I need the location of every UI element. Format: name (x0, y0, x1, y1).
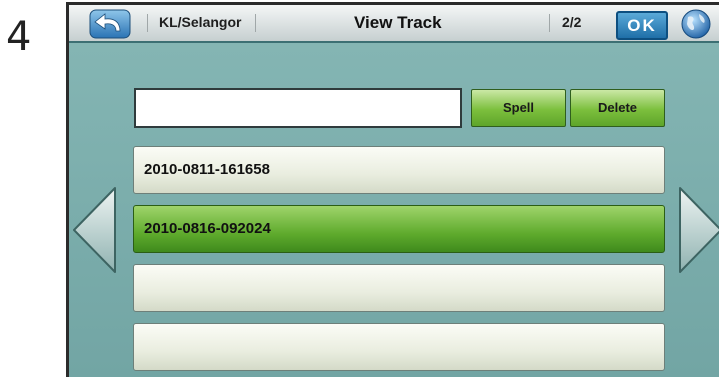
track-row[interactable] (133, 323, 665, 371)
spell-button[interactable]: Spell (471, 89, 566, 127)
ok-button[interactable]: OK (616, 11, 668, 40)
right-arrow-icon[interactable] (678, 185, 719, 275)
divider (255, 14, 256, 32)
divider (147, 14, 148, 32)
top-bar: KL/Selangor View Track 2/2 OK (69, 5, 719, 43)
region-label[interactable]: KL/Selangor (159, 14, 241, 30)
step-number: 4 (6, 14, 32, 60)
divider (549, 14, 550, 32)
globe-icon[interactable] (679, 9, 713, 39)
back-arrow-icon[interactable] (89, 9, 131, 39)
track-row[interactable]: 2010-0811-161658 (133, 146, 665, 194)
page-indicator: 2/2 (562, 14, 582, 30)
delete-button[interactable]: Delete (570, 89, 665, 127)
track-row[interactable] (133, 264, 665, 312)
navigation-screen: KL/Selangor View Track 2/2 OK Spell Dele… (69, 5, 719, 377)
track-name-input[interactable] (134, 88, 462, 128)
page-title: View Track (354, 13, 442, 32)
left-arrow-icon[interactable] (71, 185, 117, 275)
track-row-selected[interactable]: 2010-0816-092024 (133, 205, 665, 253)
device-frame: KL/Selangor View Track 2/2 OK Spell Dele… (66, 2, 719, 377)
